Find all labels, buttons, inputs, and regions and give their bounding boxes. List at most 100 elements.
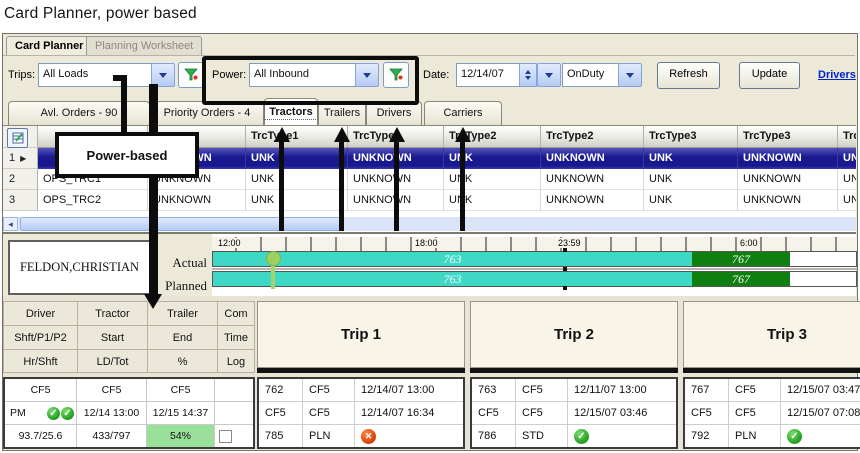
- grid-cell[interactable]: UNK: [644, 169, 738, 190]
- grid-cell[interactable]: UNKNOWN: [541, 148, 644, 169]
- annotation-up-arrow-icon: [389, 127, 405, 142]
- trip-header: Trip 2: [470, 301, 678, 368]
- driver-card-cell: CF5: [147, 379, 215, 401]
- gantt-bar-segment[interactable]: 763: [213, 252, 692, 266]
- grid-settings-button[interactable]: [7, 128, 28, 148]
- driver-card-cell: CF5: [77, 379, 147, 401]
- trip-card-row: CF5CF512/15/07 07:08: [685, 402, 860, 425]
- duty-select[interactable]: OnDuty: [562, 63, 623, 87]
- annotation-down-arrow-icon: [144, 294, 162, 309]
- gantt-bar-segment[interactable]: 767: [692, 252, 790, 266]
- trip-header: Trip 3: [683, 301, 860, 368]
- trip-header: Trip 1: [257, 301, 465, 368]
- actual-gantt-row[interactable]: 763767: [212, 251, 857, 267]
- driver-card-cell: CF5: [5, 379, 77, 401]
- trip-card-row: CF5CF512/15/07 03:46: [472, 402, 676, 425]
- grid-cell[interactable]: UNK: [444, 148, 541, 169]
- scroll-left-icon[interactable]: ◂: [3, 217, 18, 231]
- grid-cell[interactable]: UNKNOWN: [738, 148, 838, 169]
- trip-card-cell: PLN: [303, 425, 355, 447]
- trips-select[interactable]: All Loads: [38, 63, 156, 87]
- column-header[interactable]: TrcType4: [838, 126, 856, 148]
- current-time-marker-icon: [266, 251, 281, 266]
- trip-card[interactable]: 767CF512/15/07 03:47CF5CF512/15/07 07:08…: [683, 377, 860, 449]
- trip-card-cell: PLN: [729, 425, 781, 447]
- planned-gantt-row[interactable]: 763767: [212, 271, 857, 287]
- log-cell: [215, 425, 253, 447]
- annotation-line-carriers: [460, 142, 465, 231]
- status-ok-icon: ✓: [574, 429, 589, 444]
- legend-cell: Log: [218, 350, 254, 373]
- scrollbar-thumb[interactable]: [20, 217, 344, 231]
- column-header[interactable]: TrcType3: [738, 126, 838, 148]
- legend-row: Shft/P1/P2StartEndTime: [4, 326, 254, 350]
- driver-card[interactable]: CF5CF5CF5PM✓✓12/14 13:0012/15 14:3793.7/…: [3, 377, 255, 449]
- grid-cell[interactable]: UNKNOWN: [148, 190, 246, 211]
- refresh-button[interactable]: Refresh: [657, 62, 720, 89]
- legend-cell: End: [148, 326, 218, 349]
- tab-planning-worksheet[interactable]: Planning Worksheet: [86, 36, 202, 56]
- gantt-bar-segment[interactable]: 763: [213, 272, 692, 286]
- trip-card-cell: 763: [472, 379, 516, 401]
- grid-cell[interactable]: UNK: [246, 169, 348, 190]
- tab-avl-orders[interactable]: Avl. Orders - 90: [8, 101, 150, 126]
- trips-filter-button[interactable]: [178, 62, 204, 88]
- grid-cell[interactable]: UNK: [644, 148, 738, 169]
- tab-carriers[interactable]: Carriers: [424, 101, 502, 126]
- trip-card-cell: CF5: [472, 402, 516, 424]
- grid-cell[interactable]: UNKNOWN: [838, 190, 856, 211]
- grid-cell[interactable]: UNK: [444, 190, 541, 211]
- annotation-up-arrow-icon: [334, 127, 350, 142]
- grid-form-icon: [12, 132, 24, 144]
- row-number: 3: [9, 194, 15, 206]
- legend-cell: Driver: [4, 302, 78, 325]
- grid-cell[interactable]: UNK: [644, 190, 738, 211]
- resource-name-box: FELDON,CHRISTIAN: [8, 240, 151, 295]
- ruler-time-label: 23:59: [556, 238, 583, 248]
- trip-card-cell: CF5: [303, 402, 355, 424]
- legend-cell: Start: [78, 326, 148, 349]
- column-header[interactable]: TrcType1: [246, 126, 348, 148]
- column-header[interactable]: TrcType2: [541, 126, 644, 148]
- gantt-bar-segment[interactable]: 767: [692, 272, 790, 286]
- annotation-up-arrow-icon: [455, 127, 471, 142]
- row-number-cell: 2: [3, 169, 38, 190]
- date-dropdown-button[interactable]: [537, 63, 561, 87]
- driver-card-cell: 433/797: [77, 425, 147, 447]
- page-title: Card Planner, power based: [4, 5, 197, 23]
- trips-label: Trips:: [8, 69, 35, 81]
- card-legend-block: DriverTractorTrailerComShft/P1/P2StartEn…: [3, 301, 255, 373]
- driver-card-cell: [215, 402, 253, 424]
- grid-cell[interactable]: UNK: [246, 148, 348, 169]
- actual-row-label: Actual: [150, 255, 207, 271]
- date-spinner[interactable]: [519, 63, 537, 87]
- grid-cell[interactable]: UNKNOWN: [738, 169, 838, 190]
- log-checkbox[interactable]: [219, 430, 232, 443]
- grid-cell[interactable]: UNKNOWN: [838, 169, 856, 190]
- trip-card[interactable]: 762CF512/14/07 13:00CF5CF512/14/07 16:34…: [257, 377, 465, 449]
- duty-dropdown-button[interactable]: [618, 63, 642, 87]
- grid-cell[interactable]: OPS_TRC2: [38, 190, 148, 211]
- ruler-time-label: 12:00: [216, 238, 243, 248]
- tab-card-planner[interactable]: Card Planner: [6, 36, 92, 56]
- table-row[interactable]: 3OPS_TRC2UNKNOWNUNKUNKNOWNUNKUNKNOWNUNKU…: [3, 190, 856, 211]
- annotation-down-line: [149, 84, 158, 294]
- status-ok-icon: ✓: [787, 429, 802, 444]
- planned-row-label: Planned: [150, 278, 207, 294]
- grid-cell[interactable]: UNKNOWN: [738, 190, 838, 211]
- trip-card-row: 763CF512/11/07 13:00: [472, 379, 676, 402]
- grid-cell[interactable]: UNKNOWN: [838, 148, 856, 169]
- drivers-link[interactable]: Drivers: [818, 69, 856, 81]
- grid-cell[interactable]: UNK: [246, 190, 348, 211]
- grid-cell[interactable]: UNKNOWN: [541, 190, 644, 211]
- percent-cell: 54%: [147, 425, 215, 447]
- check-circle-icon: ✓: [47, 407, 60, 420]
- update-button[interactable]: Update: [739, 62, 800, 89]
- column-header[interactable]: TrcType3: [644, 126, 738, 148]
- grid-cell[interactable]: UNK: [444, 169, 541, 190]
- trip-card[interactable]: 763CF512/11/07 13:00CF5CF512/15/07 03:46…: [470, 377, 678, 449]
- grid-cell[interactable]: UNKNOWN: [541, 169, 644, 190]
- date-input[interactable]: 12/14/07: [456, 63, 524, 87]
- trip-card-cell: CF5: [259, 402, 303, 424]
- start-time-cell: 12/14 13:00: [77, 402, 147, 424]
